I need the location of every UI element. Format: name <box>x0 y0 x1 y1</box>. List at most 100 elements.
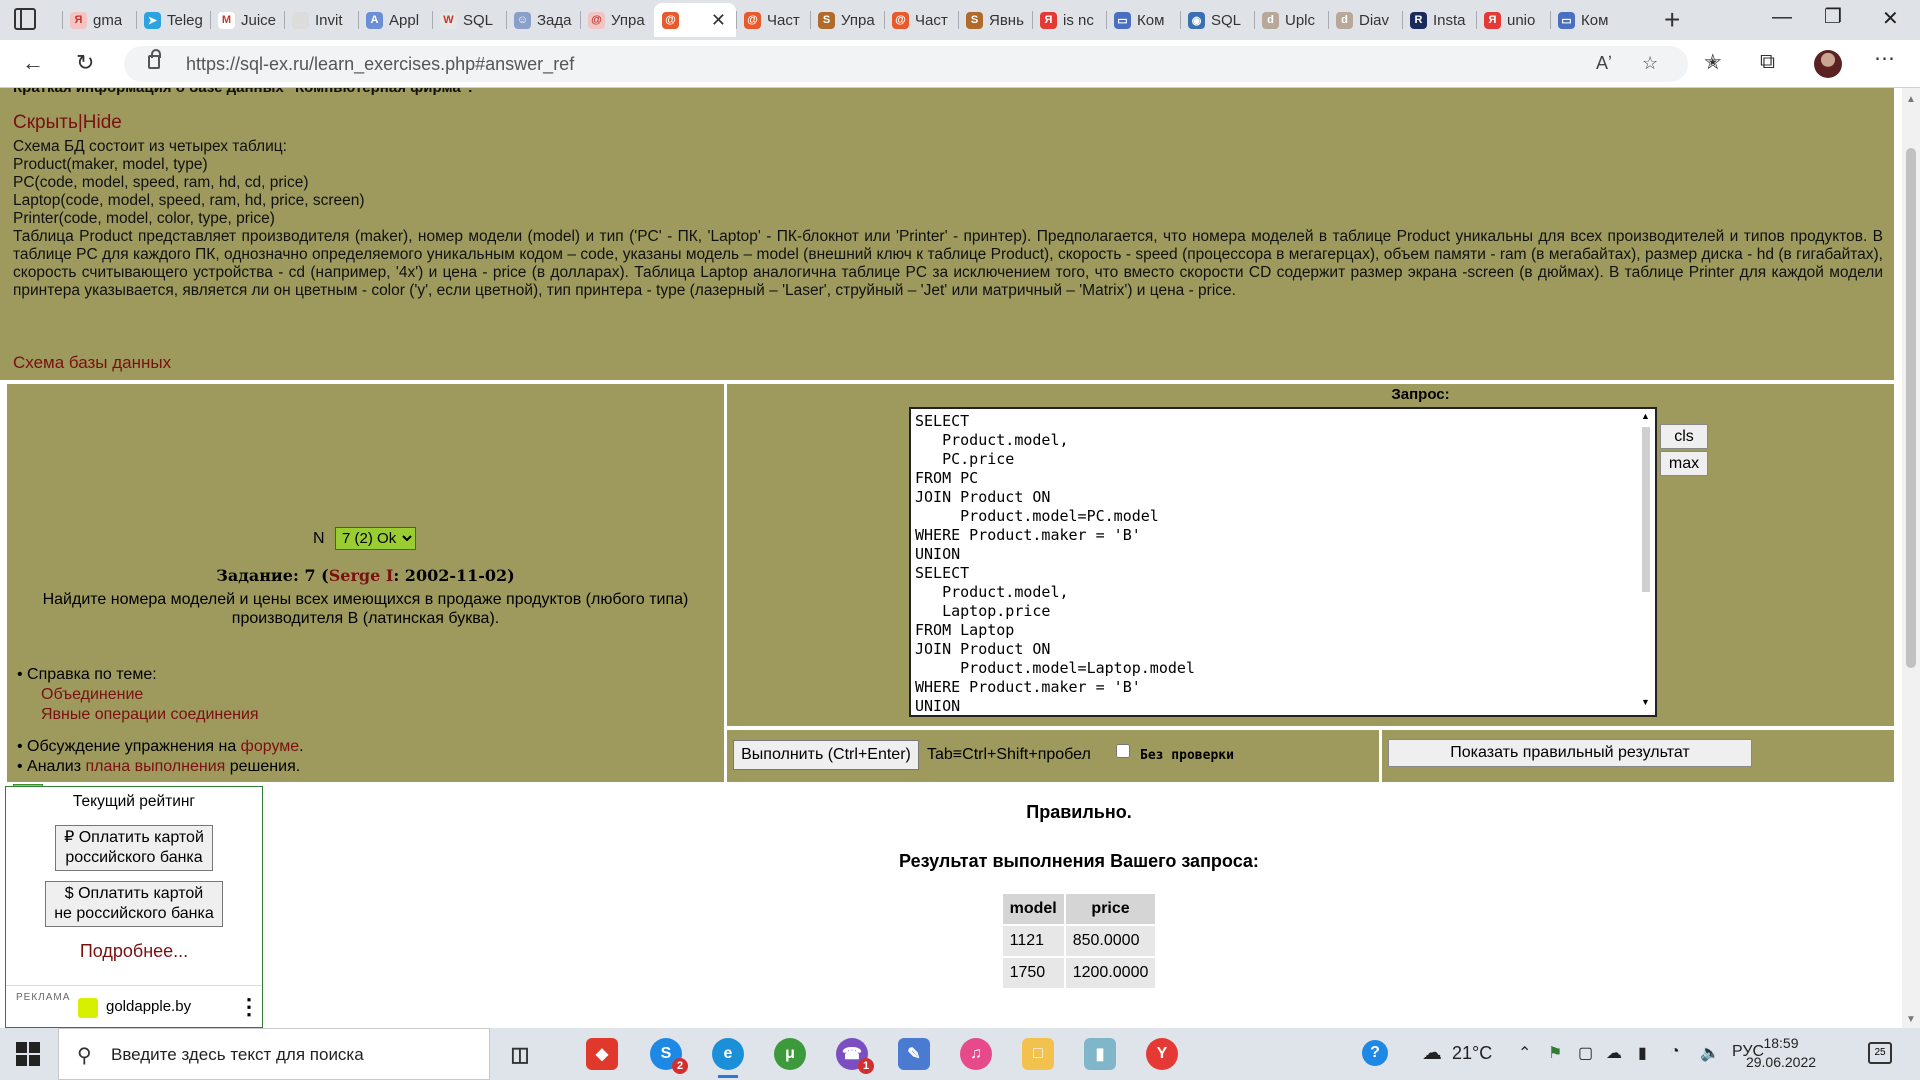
yandex-icon: Я <box>1040 11 1057 29</box>
read-aloud-icon[interactable]: A​ʼ <box>1596 53 1612 74</box>
battery-icon[interactable]: ▮ <box>1638 1043 1647 1063</box>
restore-icon[interactable]: ❐ <box>1824 4 1842 29</box>
browser-tab[interactable]: R Insta <box>1402 3 1476 37</box>
browser-tab[interactable]: Яis nc <box>1032 3 1106 37</box>
lock-icon[interactable] <box>148 49 161 69</box>
result-table: model price 1121 850.0000 1750 1200.0000 <box>1001 892 1158 990</box>
taskbar-search-box[interactable]: ⚲ Введите здесь текст для поиска <box>58 1028 490 1080</box>
no-check-checkbox[interactable] <box>1116 744 1130 758</box>
notes-icon[interactable]: ▮ <box>1084 1038 1116 1070</box>
browser-tab[interactable]: @ Част <box>736 3 810 37</box>
edge-icon[interactable]: e <box>712 1038 744 1078</box>
browser-tab[interactable]: @ ✕ <box>654 3 736 37</box>
onedrive-cloud-icon[interactable]: ☁ <box>1606 1043 1622 1063</box>
more-menu-icon[interactable]: ⋯ <box>1874 46 1895 71</box>
w-icon: W <box>440 11 457 29</box>
query-label: Запрос: <box>1391 386 1450 403</box>
ad-menu-icon[interactable]: ⋮ <box>238 994 260 1020</box>
hide-link[interactable]: Скрыть|Hide <box>13 113 122 132</box>
yandex-browser-icon[interactable]: Y <box>1146 1038 1178 1070</box>
browser-tab[interactable]: S Упра <box>810 3 884 37</box>
wifi-icon[interactable]: ◔ <box>1670 1043 1680 1061</box>
exercise-select[interactable]: 7 (2) Ok <box>335 527 417 550</box>
weather-temperature[interactable]: 21°C <box>1452 1043 1492 1064</box>
show-correct-result-button[interactable]: Показать правильный результат <box>1388 739 1752 767</box>
taskbar-search-text[interactable]: Введите здесь текст для поиска <box>111 1045 364 1065</box>
help-link-joins[interactable]: Явные операции соединения <box>17 705 304 725</box>
exercise-number-label: N <box>313 530 325 547</box>
add-favorite-icon[interactable]: ☆ <box>1642 53 1658 74</box>
camera-icon: ◉ <box>1188 11 1205 29</box>
utorrent-icon[interactable]: μ <box>774 1038 806 1070</box>
profile-avatar[interactable] <box>1814 50 1842 78</box>
scroll-down-icon[interactable]: ▼ <box>1641 697 1650 707</box>
pay-russian-card-button[interactable]: ₽ Оплатить картой российского банка <box>55 825 213 871</box>
browser-tab[interactable]: Яgma <box>62 3 136 37</box>
browser-tab[interactable]: ➤ Teleg <box>136 3 210 37</box>
anydesk-icon[interactable]: ◆ <box>586 1038 618 1070</box>
browser-tab[interactable]: S Явнь <box>958 3 1032 37</box>
cls-button[interactable]: cls <box>1660 424 1708 449</box>
browser-tab[interactable]: Яunio <box>1476 3 1550 37</box>
sql-editor[interactable] <box>909 407 1657 717</box>
new-tab-button[interactable]: + <box>1664 4 1680 36</box>
close-window-icon[interactable]: ✕ <box>1882 6 1899 31</box>
url-text[interactable]: https://sql-ex.ru/learn_exercises.php#an… <box>186 54 574 75</box>
browser-tab[interactable]: @ Упра <box>580 3 654 37</box>
pay-foreign-card-button[interactable]: $ Оплатить картой не российского банка <box>45 881 223 927</box>
back-arrow-icon[interactable]: ← <box>22 50 44 76</box>
page-scroll-thumb[interactable] <box>1906 148 1916 668</box>
db-schema-link[interactable]: Схема базы данных <box>13 354 171 372</box>
windows-start-icon[interactable] <box>16 1042 40 1066</box>
weather-cloud-icon[interactable]: ☁ <box>1422 1040 1442 1065</box>
paint-icon[interactable]: ✎ <box>898 1038 930 1070</box>
scroll-up-icon[interactable]: ▲ <box>1641 411 1650 421</box>
forum-link[interactable]: форуме <box>241 738 300 755</box>
page-scrollbar[interactable]: ▲ ▼ <box>1902 88 1920 1028</box>
volume-icon[interactable]: 🔈 <box>1700 1043 1720 1063</box>
minimize-icon[interactable]: — <box>1772 6 1792 29</box>
close-tab-icon[interactable]: ✕ <box>711 10 726 31</box>
refresh-icon[interactable]: ↻ <box>76 50 94 76</box>
browser-tab[interactable]: A Appl <box>358 3 432 37</box>
tab-actions-icon[interactable] <box>14 8 36 30</box>
favorites-icon[interactable]: ✭ <box>1704 50 1722 75</box>
itunes-icon[interactable]: ♫ <box>960 1038 992 1070</box>
browser-tab[interactable]: d Diav <box>1328 3 1402 37</box>
device-icon[interactable]: ▢ <box>1578 1043 1593 1063</box>
notification-center-icon[interactable]: 25 <box>1868 1042 1892 1064</box>
page-scroll-up-icon[interactable]: ▲ <box>1906 94 1916 105</box>
viber-icon[interactable]: ☎ 1 <box>836 1038 874 1074</box>
skype-icon[interactable]: S2 <box>650 1038 688 1074</box>
max-button[interactable]: max <box>1660 451 1708 476</box>
task-view-icon[interactable]: ◫ <box>504 1038 536 1070</box>
execute-button[interactable]: Выполнить (Ctrl+Enter) <box>733 740 919 770</box>
sql-editor-scrollbar[interactable]: ▲ ▼ <box>1639 411 1653 711</box>
address-bar[interactable]: https://sql-ex.ru/learn_exercises.php#an… <box>124 46 1688 82</box>
browser-tab[interactable]: d Uplc <box>1254 3 1328 37</box>
browser-tab[interactable]: @ Част <box>884 3 958 37</box>
collections-icon[interactable]: ⧉ <box>1760 50 1775 74</box>
plan-link[interactable]: плана выполнения <box>86 758 226 775</box>
browser-tab[interactable]: ▭ Ком <box>1106 3 1180 37</box>
show-hidden-icons-chevron-icon[interactable]: ⌃ <box>1518 1043 1531 1063</box>
ad-banner[interactable]: РЕКЛАМА goldapple.by ⋮ <box>6 985 262 1027</box>
help-icon[interactable]: ? <box>1362 1040 1388 1066</box>
browser-tab[interactable]: W SQL <box>432 3 506 37</box>
page-scroll-down-icon[interactable]: ▼ <box>1906 1014 1916 1025</box>
task-author-link[interactable]: Serge I <box>329 566 394 585</box>
more-link[interactable]: Подробнее... <box>6 941 262 962</box>
browser-tab[interactable]: M Juice <box>210 3 284 37</box>
task-heading-prefix: Задание: 7 ( <box>216 566 329 585</box>
ad-text[interactable]: goldapple.by <box>106 998 191 1015</box>
browser-tab[interactable]: ◉ SQL <box>1180 3 1254 37</box>
browser-tab[interactable]: ☺ Зада <box>506 3 580 37</box>
schema-info-panel: Краткая информация о базе данных "Компью… <box>0 88 1894 380</box>
help-link-union[interactable]: Объединение <box>17 685 304 705</box>
clock[interactable]: 18:59 29.06.2022 <box>1744 1034 1818 1072</box>
browser-tab[interactable]: Invit <box>284 3 358 37</box>
flag-icon[interactable]: ⚑ <box>1548 1043 1562 1063</box>
browser-tab[interactable]: ▭ Ком <box>1550 3 1624 37</box>
sql-scroll-thumb[interactable] <box>1642 427 1650 592</box>
file-explorer-icon[interactable]: □ <box>1022 1038 1054 1070</box>
